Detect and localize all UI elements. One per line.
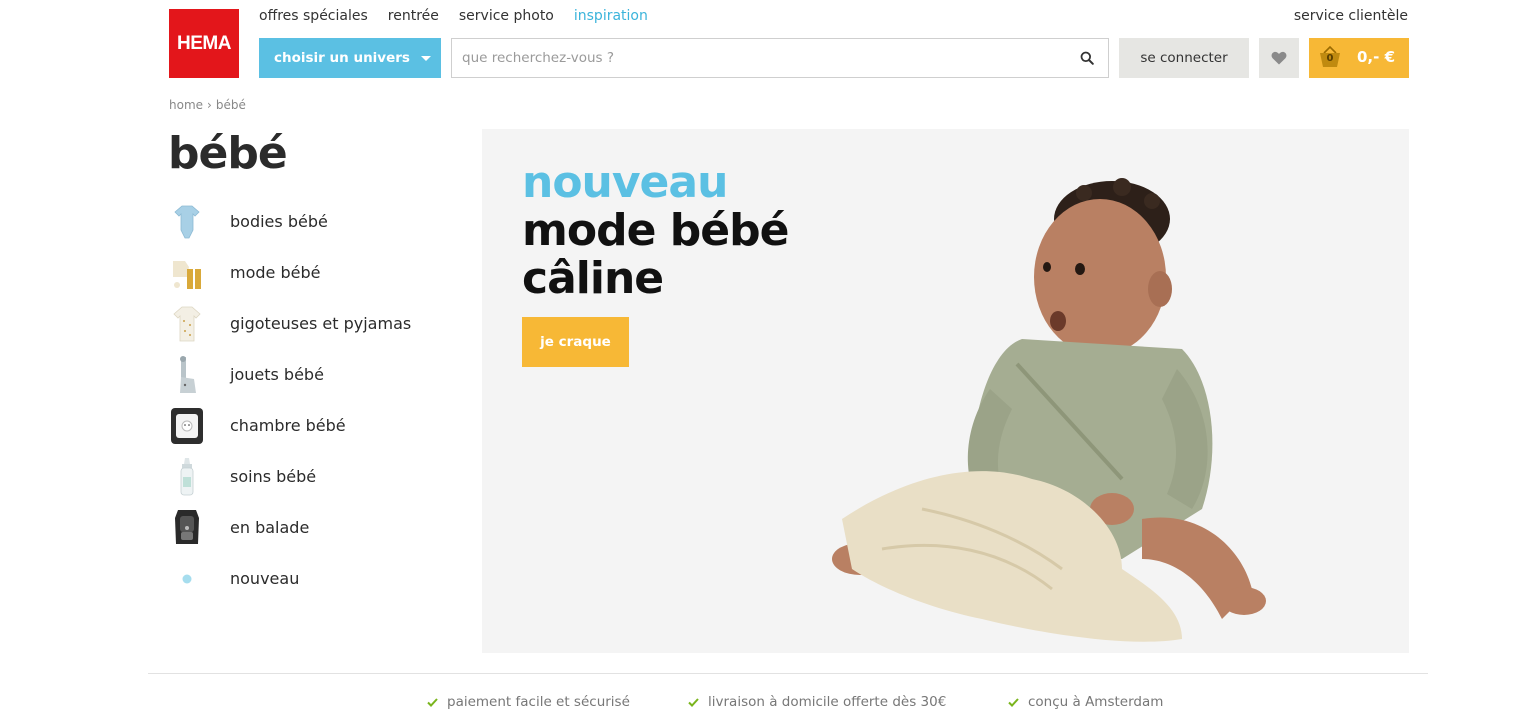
bodysuit-icon: [169, 202, 205, 242]
footer-divider: [148, 673, 1428, 674]
page-title: bébé: [168, 128, 288, 179]
hema-logo[interactable]: HEMA: [169, 9, 239, 78]
baby-bottle-icon: [169, 457, 205, 497]
menu-item-label: jouets bébé: [230, 365, 324, 384]
hero-heading-line1: nouveau: [522, 157, 728, 208]
nav-rentree[interactable]: rentrée: [388, 8, 439, 24]
cart-count: 0: [1326, 53, 1334, 64]
check-icon: [688, 697, 699, 707]
nav-inspiration[interactable]: inspiration: [574, 8, 648, 24]
breadcrumb-current: bébé: [215, 98, 246, 112]
check-icon: [1008, 697, 1019, 707]
baby-outfit-icon: [169, 253, 205, 293]
menu-item-mode-bebe[interactable]: mode bébé: [169, 247, 459, 298]
check-icon: [427, 697, 438, 707]
menu-item-en-balade[interactable]: en balade: [169, 502, 459, 553]
choose-universe-label: choisir un univers: [274, 50, 410, 66]
car-seat-icon: [169, 508, 205, 548]
menu-item-label: gigoteuses et pyjamas: [230, 314, 412, 333]
giraffe-toy-icon: [169, 355, 205, 395]
usp-item-payment: paiement facile et sécurisé: [427, 694, 630, 710]
breadcrumb-home[interactable]: home: [169, 98, 203, 112]
hero-heading-line3: câline: [522, 253, 664, 304]
heart-icon: [1271, 51, 1287, 65]
hero-cta-button[interactable]: je craque: [522, 317, 629, 367]
menu-item-label: nouveau: [230, 569, 300, 588]
choose-universe-button[interactable]: choisir un univers: [259, 38, 441, 78]
category-menu: bodies bébé mode bébé gigoteuses et pyja…: [169, 196, 459, 604]
dot-icon: [169, 559, 205, 599]
usp-label: paiement facile et sécurisé: [447, 694, 630, 710]
usp-label: livraison à domicile offerte dès 30€: [708, 694, 947, 710]
chevron-down-icon: [421, 56, 431, 61]
cart-total: 0,- €: [1357, 48, 1396, 66]
menu-item-label: mode bébé: [230, 263, 321, 282]
breadcrumb: home › bébé: [169, 98, 246, 112]
menu-item-label: chambre bébé: [230, 416, 346, 435]
menu-item-label: en balade: [230, 518, 310, 537]
usp-item-amsterdam: conçu à Amsterdam: [1008, 694, 1163, 710]
menu-item-label: soins bébé: [230, 467, 317, 486]
login-button[interactable]: se connecter: [1119, 38, 1249, 78]
top-navigation: offres spéciales rentrée service photo i…: [259, 8, 648, 24]
nav-offres-speciales[interactable]: offres spéciales: [259, 8, 368, 24]
logo-text: HEMA: [177, 32, 231, 54]
menu-item-gigoteuses[interactable]: gigoteuses et pyjamas: [169, 298, 459, 349]
baby-room-icon: [169, 406, 205, 446]
menu-item-chambre-bebe[interactable]: chambre bébé: [169, 400, 459, 451]
menu-item-jouets-bebe[interactable]: jouets bébé: [169, 349, 459, 400]
hero-heading-line2: mode bébé: [522, 205, 789, 256]
baby-photo: [832, 178, 1266, 642]
usp-item-delivery: livraison à domicile offerte dès 30€: [688, 694, 946, 710]
nav-service-photo[interactable]: service photo: [459, 8, 554, 24]
hero-banner[interactable]: nouveau mode bébé câline je craque: [482, 129, 1409, 653]
menu-item-soins-bebe[interactable]: soins bébé: [169, 451, 459, 502]
usp-label: conçu à Amsterdam: [1028, 694, 1164, 710]
menu-item-bodies-bebe[interactable]: bodies bébé: [169, 196, 459, 247]
wishlist-button[interactable]: [1259, 38, 1299, 78]
customer-service-link[interactable]: service clientèle: [1294, 8, 1408, 24]
search-input[interactable]: [452, 39, 1052, 77]
menu-item-nouveau[interactable]: nouveau: [169, 553, 459, 604]
breadcrumb-separator: ›: [207, 98, 212, 112]
menu-item-label: bodies bébé: [230, 212, 328, 231]
search-icon[interactable]: [1080, 51, 1094, 65]
cart-button[interactable]: 0 0,- €: [1309, 38, 1409, 78]
search-bar: [451, 38, 1109, 78]
sleepsuit-icon: [169, 304, 205, 344]
